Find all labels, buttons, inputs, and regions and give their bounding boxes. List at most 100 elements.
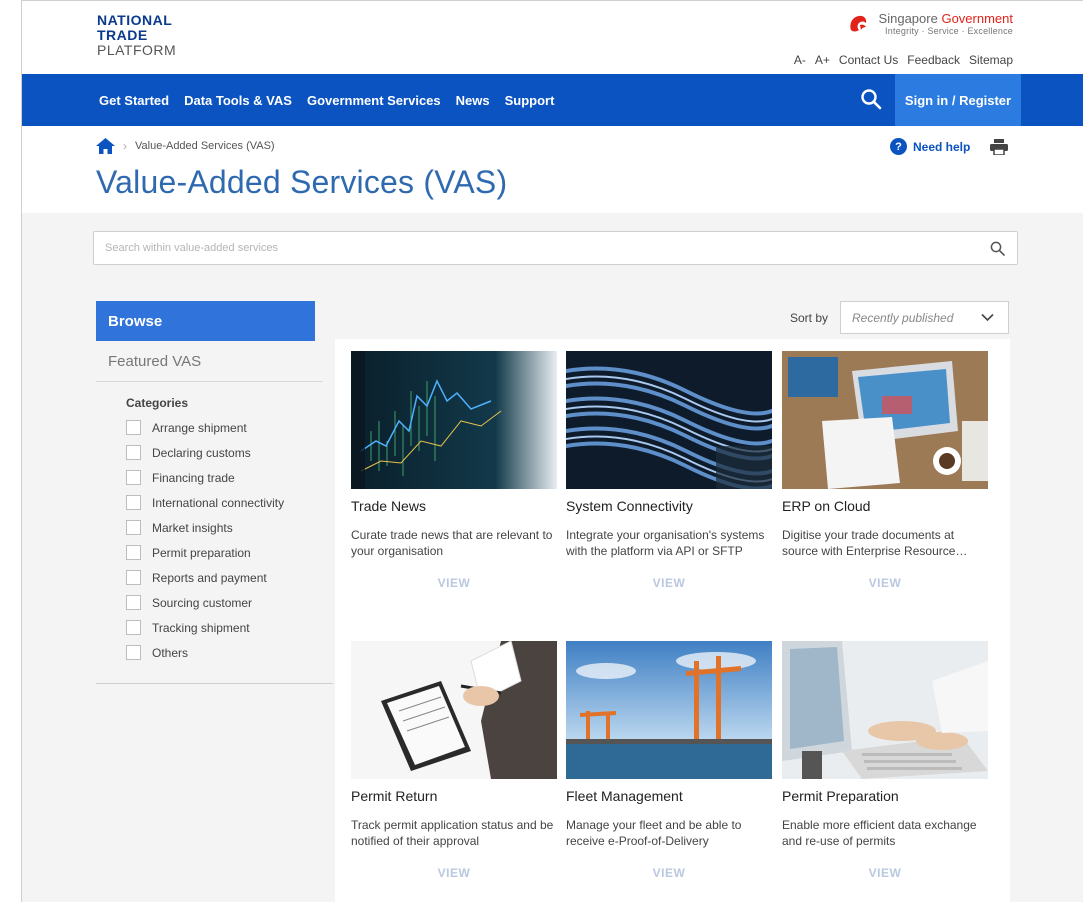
nav-item-get-started[interactable]: Get Started	[99, 93, 169, 108]
sidebar-divider	[96, 683, 333, 684]
checkbox[interactable]	[126, 645, 141, 660]
checkbox[interactable]	[126, 545, 141, 560]
checkbox[interactable]	[126, 520, 141, 535]
contact-us-link[interactable]: Contact Us	[839, 53, 898, 67]
view-button[interactable]: VIEW	[566, 576, 772, 590]
category-item[interactable]: Declaring customs	[126, 440, 284, 465]
category-label: International connectivity	[152, 495, 285, 510]
checkbox[interactable]	[126, 445, 141, 460]
sg-gov-title: Singapore Government	[879, 11, 1013, 26]
ntp-logo[interactable]: NATIONAL TRADE PLATFORM	[97, 13, 176, 58]
view-button[interactable]: VIEW	[566, 866, 772, 880]
view-button[interactable]: VIEW	[351, 576, 557, 590]
home-icon[interactable]	[96, 138, 115, 154]
card-image	[566, 641, 772, 779]
question-icon: ?	[890, 138, 907, 155]
breadcrumb: › Value-Added Services (VAS)	[96, 138, 275, 154]
search-icon[interactable]	[990, 241, 1005, 256]
vas-card-system-connectivity[interactable]: System Connectivity Integrate your organ…	[566, 351, 772, 590]
lion-head-icon	[849, 15, 866, 32]
category-label: Financing trade	[152, 470, 235, 485]
category-item[interactable]: Permit preparation	[126, 540, 284, 565]
card-title: Permit Preparation	[782, 788, 899, 804]
sort-value: Recently published	[852, 310, 954, 325]
logo-line-3: PLATFORM	[97, 42, 177, 58]
card-description: Digitise your trade documents at source …	[782, 528, 968, 558]
top-header: NATIONAL TRADE PLATFORM Singapore Govern…	[22, 1, 1083, 74]
category-item[interactable]: Arrange shipment	[126, 415, 284, 440]
font-decrease-link[interactable]: A-	[794, 53, 806, 67]
main-nav: Get Started Data Tools & VAS Government …	[22, 74, 1083, 126]
vas-card-permit-return[interactable]: Permit Return Track permit application s…	[351, 641, 557, 880]
content-area: Browse Featured VAS Categories Arrange s…	[22, 213, 1083, 902]
nav-item-data-tools[interactable]: Data Tools & VAS	[184, 93, 292, 108]
category-label: Declaring customs	[152, 445, 251, 460]
page-title: Value-Added Services (VAS)	[96, 164, 508, 200]
checkbox[interactable]	[126, 420, 141, 435]
categories-title: Categories	[126, 396, 189, 410]
category-item[interactable]: Others	[126, 640, 284, 665]
card-image	[782, 641, 988, 779]
sitemap-link[interactable]: Sitemap	[969, 53, 1013, 67]
card-title: System Connectivity	[566, 498, 693, 514]
categories-filter: Categories Arrange shipment Declaring cu…	[126, 396, 284, 665]
need-help-link[interactable]: ? Need help	[890, 138, 970, 155]
vas-card-fleet-management[interactable]: Fleet Management Manage your fleet and b…	[566, 641, 772, 880]
view-button[interactable]: VIEW	[782, 866, 988, 880]
vas-search-input[interactable]	[94, 232, 954, 264]
nav-item-news[interactable]: News	[456, 93, 490, 108]
category-label: Market insights	[152, 520, 233, 535]
category-item[interactable]: International connectivity	[126, 490, 284, 515]
view-button[interactable]: VIEW	[782, 576, 988, 590]
feedback-link[interactable]: Feedback	[907, 53, 960, 67]
checkbox[interactable]	[126, 495, 141, 510]
category-item[interactable]: Reports and payment	[126, 565, 284, 590]
category-item[interactable]: Tracking shipment	[126, 615, 284, 640]
card-description: Track permit application status and be n…	[351, 818, 554, 848]
logo-line-2: TRADE	[97, 27, 148, 43]
page-frame: NATIONAL TRADE PLATFORM Singapore Govern…	[21, 0, 1083, 902]
utility-links: A- A+ Contact Us Feedback Sitemap	[794, 53, 1013, 67]
card-image	[566, 351, 772, 489]
nav-menu: Get Started Data Tools & VAS Government …	[99, 74, 554, 126]
card-description: Enable more efficient data exchange and …	[782, 818, 977, 848]
sg-government-brand[interactable]: Singapore Government Integrity · Service…	[849, 11, 1013, 36]
category-label: Sourcing customer	[152, 595, 253, 610]
vas-card-permit-preparation[interactable]: Permit Preparation Enable more efficient…	[782, 641, 988, 880]
vas-card-trade-news[interactable]: Trade News Curate trade news that are re…	[351, 351, 557, 590]
sg-prefix: Singapore	[878, 11, 938, 26]
card-title: Fleet Management	[566, 788, 683, 804]
vas-grid: Trade News Curate trade news that are re…	[335, 339, 1010, 902]
print-icon[interactable]	[990, 139, 1008, 155]
category-item[interactable]: Financing trade	[126, 465, 284, 490]
breadcrumb-current: Value-Added Services (VAS)	[135, 140, 275, 152]
card-description: Integrate your organisation's systems wi…	[566, 528, 765, 558]
card-image	[351, 351, 557, 489]
card-description: Curate trade news that are relevant to y…	[351, 528, 553, 558]
sign-in-register-button[interactable]: Sign in / Register	[895, 74, 1021, 126]
chevron-down-icon	[981, 313, 994, 322]
font-increase-link[interactable]: A+	[815, 53, 830, 67]
browse-header[interactable]: Browse	[96, 301, 315, 341]
checkbox[interactable]	[126, 620, 141, 635]
sort-label: Sort by	[790, 311, 829, 325]
category-item[interactable]: Market insights	[126, 515, 284, 540]
checkbox[interactable]	[126, 595, 141, 610]
vas-search-box	[93, 231, 1018, 265]
category-item[interactable]: Sourcing customer	[126, 590, 284, 615]
nav-item-support[interactable]: Support	[505, 93, 555, 108]
vas-card-erp-on-cloud[interactable]: ERP on Cloud Digitise your trade documen…	[782, 351, 988, 590]
checkbox[interactable]	[126, 570, 141, 585]
checkbox[interactable]	[126, 470, 141, 485]
featured-vas-link[interactable]: Featured VAS	[96, 341, 323, 382]
need-help-label: Need help	[913, 139, 971, 154]
search-icon[interactable]	[860, 88, 882, 110]
sg-suffix: Government	[941, 11, 1013, 26]
view-button[interactable]: VIEW	[351, 866, 557, 880]
card-title: Trade News	[351, 498, 426, 514]
category-label: Others	[152, 645, 189, 660]
card-description: Manage your fleet and be able to receive…	[566, 818, 742, 848]
sort-dropdown[interactable]: Recently published	[840, 301, 1009, 334]
nav-item-government-services[interactable]: Government Services	[307, 93, 441, 108]
category-label: Reports and payment	[152, 570, 267, 585]
